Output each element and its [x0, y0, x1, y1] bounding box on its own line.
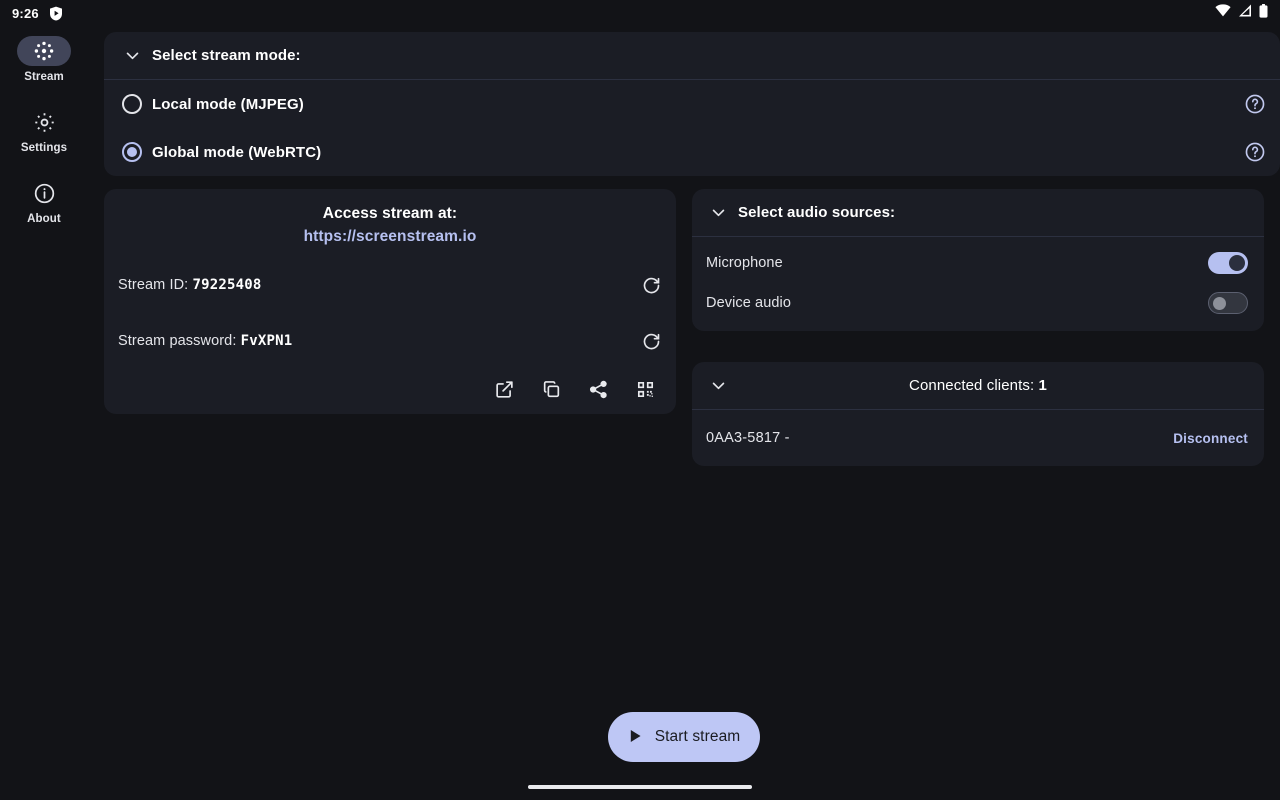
- connected-clients-header[interactable]: Connected clients: 1: [692, 362, 1264, 410]
- chevron-down-icon: [112, 47, 152, 64]
- refresh-stream-password-icon[interactable]: [641, 331, 662, 352]
- chevron-down-icon: [698, 204, 738, 221]
- connected-clients-count: 1: [1038, 377, 1047, 394]
- sidebar-item-label: Stream: [24, 71, 64, 83]
- sidebar-item-settings[interactable]: Settings: [8, 107, 80, 154]
- stream-mode-header[interactable]: Select stream mode:: [104, 32, 1280, 80]
- access-stream-url[interactable]: https://screenstream.io: [118, 228, 662, 246]
- audio-sources-title: Select audio sources:: [738, 204, 896, 221]
- connected-clients-title: Connected clients: 1: [909, 377, 1047, 394]
- audio-row-device-audio[interactable]: Device audio: [692, 283, 1264, 323]
- info-circle-icon: [17, 178, 71, 208]
- radio-local-mode-label: Local mode (MJPEG): [152, 95, 304, 113]
- gear-icon: [17, 107, 71, 137]
- radio-local-mode[interactable]: [112, 94, 152, 114]
- sidebar-item-stream[interactable]: Stream: [8, 36, 80, 83]
- access-stream-label: Access stream at:: [322, 205, 458, 222]
- client-id: 0AA3-5817 -: [706, 430, 790, 446]
- share-icon[interactable]: [588, 379, 609, 400]
- open-external-icon[interactable]: [494, 379, 515, 400]
- navigation-rail: Stream Settings About: [0, 26, 88, 800]
- status-bar-clock: 9:26: [12, 5, 39, 21]
- start-stream-button[interactable]: Start stream: [608, 712, 760, 762]
- sidebar-item-about[interactable]: About: [8, 178, 80, 225]
- copy-icon[interactable]: [541, 379, 562, 400]
- radio-option-global-mode[interactable]: Global mode (WebRTC): [104, 128, 1280, 176]
- refresh-stream-id-icon[interactable]: [641, 275, 662, 296]
- client-list-item: 0AA3-5817 - Disconnect: [692, 410, 1264, 466]
- stream-mode-card: Select stream mode: Local mode (MJPEG) G…: [104, 32, 1280, 176]
- radio-global-mode[interactable]: [112, 142, 152, 162]
- stream-info-card: Access stream at: https://screenstream.i…: [104, 189, 676, 414]
- connected-clients-card: Connected clients: 1 0AA3-5817 - Disconn…: [692, 362, 1264, 466]
- sidebar-item-label: About: [27, 213, 61, 225]
- stream-password-value: FvXPN1: [240, 333, 293, 349]
- status-bar: 9:26: [0, 0, 1280, 26]
- radio-option-local-mode[interactable]: Local mode (MJPEG): [104, 80, 1280, 128]
- stream-password-row: Stream password: FvXPN1: [118, 324, 662, 358]
- shield-play-icon: [49, 6, 63, 21]
- status-bar-icons: [1215, 3, 1268, 23]
- radio-global-mode-label: Global mode (WebRTC): [152, 143, 322, 161]
- stream-id-label: Stream ID: 79225408: [118, 277, 262, 293]
- stream-burst-icon: [17, 36, 71, 66]
- gesture-navigation-pill[interactable]: [528, 785, 752, 789]
- audio-sources-header[interactable]: Select audio sources:: [692, 189, 1264, 237]
- wifi-icon: [1215, 4, 1231, 22]
- stream-id-row: Stream ID: 79225408: [118, 268, 662, 302]
- start-stream-label: Start stream: [654, 728, 741, 745]
- stream-id-value: 79225408: [192, 277, 262, 293]
- play-icon: [628, 728, 643, 747]
- toggle-microphone[interactable]: [1208, 252, 1248, 274]
- stream-card-actions: [118, 379, 662, 402]
- stream-mode-title: Select stream mode:: [152, 47, 301, 64]
- battery-full-icon: [1259, 3, 1268, 23]
- disconnect-button[interactable]: Disconnect: [1173, 431, 1248, 446]
- sidebar-item-label: Settings: [20, 142, 68, 154]
- help-circle-icon[interactable]: [1244, 93, 1266, 115]
- help-circle-icon[interactable]: [1244, 141, 1266, 163]
- cellular-signal-icon: [1238, 4, 1252, 22]
- toggle-device-audio[interactable]: [1208, 292, 1248, 314]
- main-content: Select stream mode: Local mode (MJPEG) G…: [88, 26, 1280, 800]
- stream-password-label: Stream password: FvXPN1: [118, 333, 293, 349]
- audio-row-microphone[interactable]: Microphone: [692, 243, 1264, 283]
- audio-label-microphone: Microphone: [706, 255, 783, 271]
- audio-sources-card: Select audio sources: Microphone Device …: [692, 189, 1264, 331]
- audio-label-device-audio: Device audio: [706, 295, 792, 311]
- qr-code-icon[interactable]: [635, 379, 656, 400]
